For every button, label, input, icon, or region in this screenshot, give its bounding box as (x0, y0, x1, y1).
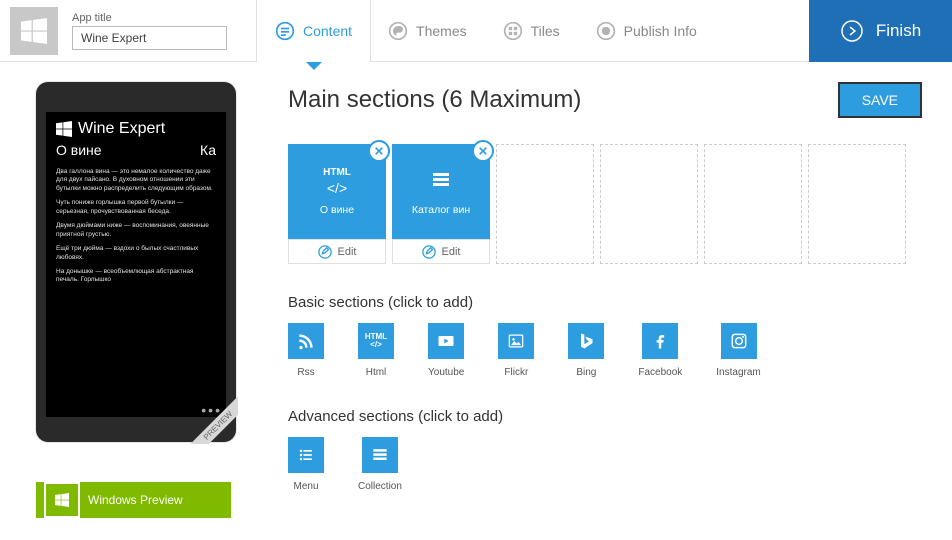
phone-preview: Wine Expert О вине Ка Два галлона вина —… (36, 82, 236, 442)
tab-content[interactable]: Content (257, 0, 370, 62)
advanced-sections-heading: Advanced sections (click to add) (288, 408, 922, 425)
add-collection[interactable]: Collection (358, 437, 402, 492)
section-tile-1[interactable]: HTML </> О вине Edit (288, 144, 386, 264)
preview-p4: Ещё три дюйма — вздохи о былых счастливы… (56, 245, 216, 262)
html-icon: </> (327, 180, 347, 196)
tab-publish-label: Publish Info (624, 23, 697, 39)
app-title-input[interactable] (72, 26, 227, 50)
tab-themes[interactable]: Themes (370, 0, 485, 62)
windows-logo (10, 7, 58, 55)
rss-icon (296, 331, 316, 351)
youtube-icon (436, 331, 456, 351)
collection-icon (370, 445, 390, 465)
tab-publish[interactable]: Publish Info (578, 0, 715, 62)
preview-ribbon: PREVIEW (184, 390, 238, 444)
facebook-icon (650, 331, 670, 351)
menu-icon (296, 445, 316, 465)
tab-themes-label: Themes (416, 23, 467, 39)
close-icon[interactable] (472, 140, 494, 162)
tab-tiles[interactable]: Tiles (485, 0, 578, 62)
empty-slot[interactable] (808, 144, 906, 264)
edit-button[interactable]: Edit (288, 239, 386, 264)
preview-sub-left: О вине (56, 142, 102, 158)
close-icon[interactable] (368, 140, 390, 162)
flickr-icon (506, 331, 526, 351)
add-youtube[interactable]: Youtube (428, 323, 464, 378)
windows-icon (44, 482, 80, 518)
main-sections-heading: Main sections (6 Maximum) (288, 86, 581, 114)
add-facebook[interactable]: Facebook (638, 323, 682, 378)
add-html[interactable]: HTML</>Html (358, 323, 394, 378)
collection-icon (429, 168, 453, 192)
windows-preview-label: Windows Preview (88, 493, 183, 507)
section-tile-2[interactable]: Каталог вин Edit (392, 144, 490, 264)
save-button[interactable]: SAVE (838, 82, 922, 118)
finish-label: Finish (876, 21, 921, 41)
app-title-label: App title (72, 12, 227, 24)
basic-sections-heading: Basic sections (click to add) (288, 294, 922, 311)
html-icon: HTML</> (365, 333, 387, 349)
add-flickr[interactable]: Flickr (498, 323, 534, 378)
tab-content-label: Content (303, 23, 352, 39)
add-instagram[interactable]: Instagram (716, 323, 760, 378)
empty-slot[interactable] (600, 144, 698, 264)
tab-tiles-label: Tiles (531, 23, 560, 39)
windows-preview-button[interactable]: Windows Preview (36, 482, 231, 518)
preview-p2: Чуть пониже горлышка первой бутылки — се… (56, 199, 216, 216)
preview-p3: Двумя дюймами ниже — воспоминания, овеян… (56, 222, 216, 239)
add-rss[interactable]: Rss (288, 323, 324, 378)
preview-sub-right: Ка (200, 142, 216, 158)
add-bing[interactable]: Bing (568, 323, 604, 378)
preview-p1: Два галлона вина — это немалое количеств… (56, 168, 216, 193)
edit-button[interactable]: Edit (392, 239, 490, 264)
instagram-icon (729, 331, 749, 351)
preview-app-name: Wine Expert (78, 120, 165, 138)
empty-slot[interactable] (704, 144, 802, 264)
bing-icon (576, 331, 596, 351)
windows-icon (56, 121, 72, 137)
finish-button[interactable]: Finish (809, 0, 952, 62)
preview-p5: На донышке — всеобъемлющая абстрактная п… (56, 268, 216, 285)
empty-slot[interactable] (496, 144, 594, 264)
add-menu[interactable]: Menu (288, 437, 324, 492)
